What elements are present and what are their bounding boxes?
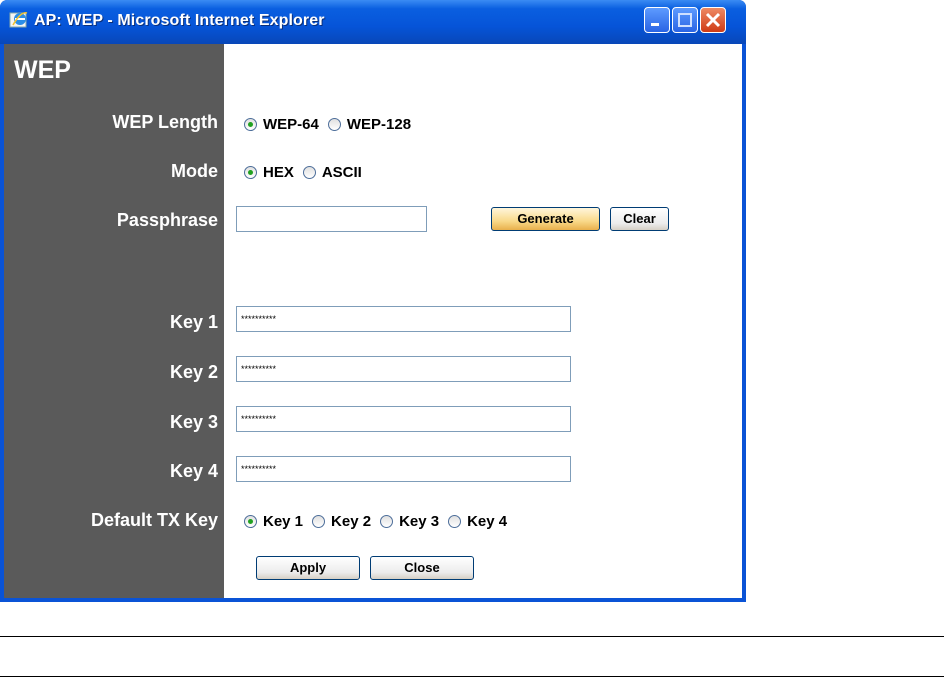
tx-key-1-radio[interactable] [244, 515, 257, 528]
page-content: WEP WEP Length WEP-64 WEP-128 Mode HEX A… [4, 44, 742, 598]
tx-key-option-3[interactable]: Key 3 [380, 513, 439, 530]
mode-label: Mode [171, 161, 218, 181]
hex-radio[interactable] [244, 166, 257, 179]
wep-64-label: WEP-64 [263, 116, 319, 133]
tx-key-2-label: Key 2 [331, 513, 372, 530]
clear-button[interactable]: Clear [610, 207, 669, 231]
separator-top [0, 636, 944, 637]
wep-length-label: WEP Length [112, 112, 218, 132]
tx-key-3-radio[interactable] [380, 515, 394, 528]
wep-64-radio[interactable] [244, 118, 257, 131]
close-button[interactable]: Close [370, 556, 474, 580]
close-window-button[interactable] [700, 7, 726, 33]
minimize-button[interactable] [644, 7, 670, 33]
wep-length-group: WEP-64 WEP-128 [244, 116, 420, 133]
hex-label: HEX [263, 164, 294, 181]
browser-window: AP: WEP - Microsoft Internet Explorer WE… [0, 0, 746, 602]
key-2-label: Key 2 [169, 362, 218, 382]
maximize-icon [678, 13, 692, 27]
passphrase-input[interactable] [236, 206, 427, 232]
wep-128-label: WEP-128 [346, 116, 412, 133]
key-1-label: Key 1 [169, 312, 218, 332]
ascii-label: ASCII [321, 164, 362, 181]
key-3-input[interactable]: ********** [236, 406, 571, 432]
wep-length-option-128[interactable]: WEP-128 [327, 116, 412, 133]
tx-key-option-4[interactable]: Key 4 [448, 513, 507, 530]
default-tx-key-group: Key 1 Key 2 Key 3 Key 4 [244, 513, 516, 530]
wep-128-radio[interactable] [327, 118, 341, 131]
window-title: AP: WEP - Microsoft Internet Explorer [34, 12, 325, 29]
internet-explorer-icon [9, 11, 28, 28]
passphrase-label: Passphrase [116, 210, 218, 230]
tx-key-3-label: Key 3 [399, 513, 440, 530]
key-4-input[interactable]: ********** [236, 456, 571, 482]
mode-option-ascii[interactable]: ASCII [302, 164, 362, 181]
tx-key-4-radio[interactable] [448, 515, 462, 528]
wep-length-option-64[interactable]: WEP-64 [244, 116, 319, 133]
tx-key-2-radio[interactable] [312, 515, 326, 528]
tx-key-4-label: Key 4 [467, 513, 508, 530]
maximize-button[interactable] [672, 7, 698, 33]
mode-group: HEX ASCII [244, 164, 371, 181]
generate-button[interactable]: Generate [491, 207, 600, 231]
page-heading: WEP [14, 56, 71, 84]
tx-key-option-1[interactable]: Key 1 [244, 513, 303, 530]
minimize-icon [651, 23, 659, 26]
key-4-label: Key 4 [169, 461, 218, 481]
apply-button[interactable]: Apply [256, 556, 360, 580]
key-3-label: Key 3 [169, 412, 218, 432]
mode-option-hex[interactable]: HEX [244, 164, 294, 181]
title-bar[interactable]: AP: WEP - Microsoft Internet Explorer [0, 0, 746, 44]
default-tx-key-label: Default TX Key [90, 510, 218, 530]
key-1-input[interactable]: ********** [236, 306, 571, 332]
tx-key-1-label: Key 1 [263, 513, 304, 530]
close-icon [705, 12, 721, 28]
ascii-radio[interactable] [302, 166, 316, 179]
tx-key-option-2[interactable]: Key 2 [312, 513, 371, 530]
key-2-input[interactable]: ********** [236, 356, 571, 382]
